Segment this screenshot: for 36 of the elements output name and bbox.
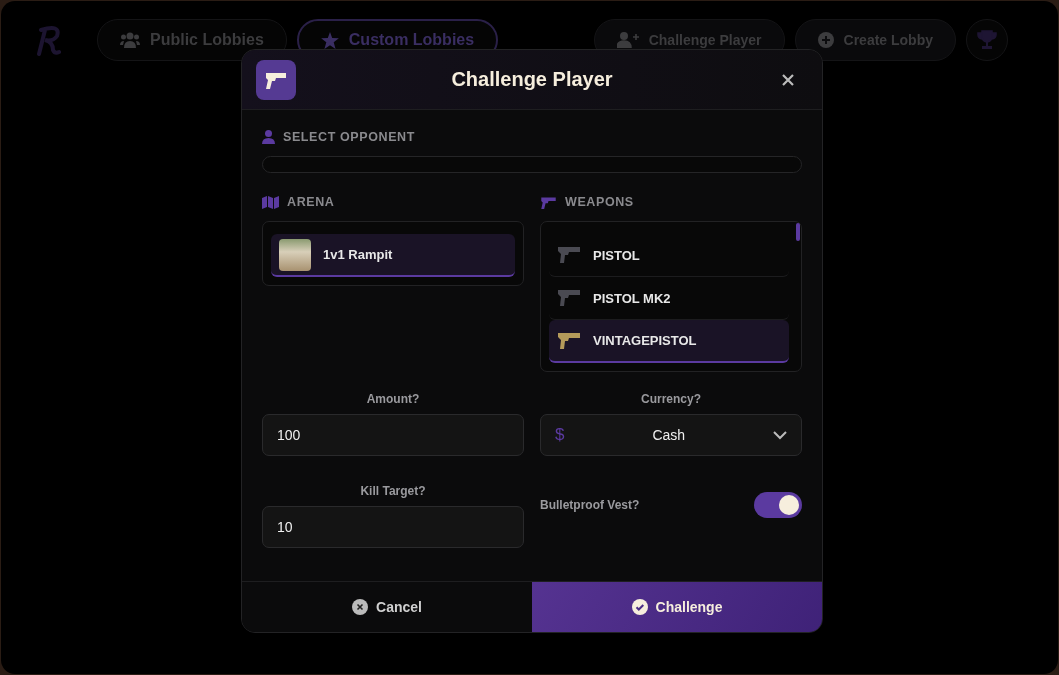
section-label: WEAPONS [540,195,802,209]
currency-dropdown[interactable]: $ Cash [540,414,802,456]
check-circle-icon [631,599,648,615]
user-icon [262,130,275,144]
chevron-down-icon [773,430,787,440]
trophy-button[interactable] [966,19,1008,61]
pistol-icon [557,289,581,307]
star-icon [320,31,339,49]
users-icon [120,32,140,48]
field-label: Amount? [365,392,421,406]
toggle-label: Bulletproof Vest? [540,498,640,512]
photo-placeholder [279,238,311,271]
map-icon [262,195,279,209]
weapon-option[interactable]: VINTAGEPISTOL [549,320,789,363]
field-label: Kill Target? [359,484,427,498]
pistol-icon [557,331,581,350]
pistol-icon [540,195,557,209]
pistol-icon [557,246,581,264]
pistol-icon [256,59,296,100]
amount-field[interactable]: 100 [262,414,524,456]
kill-target-field[interactable]: 10 [262,506,524,548]
weapon-option[interactable]: PISTOL [549,234,789,277]
section-label: ARENA [262,195,524,209]
add-user-icon [616,32,639,48]
challenge-button[interactable]: Challenge [532,582,822,632]
vest-toggle[interactable] [754,492,802,518]
opponent-field[interactable] [262,156,802,173]
dialog-title: Challenge Player [450,68,614,91]
plus-circle-icon [817,32,834,48]
arena-option[interactable]: 1v1 Rampit [271,234,515,277]
scrollbar[interactable] [796,223,800,241]
close-circle-icon [352,599,369,615]
section-label: SELECT OPPONENT [262,130,802,144]
trophy-icon [977,30,997,50]
field-label: Currency? [640,392,702,406]
close-icon [782,73,794,86]
